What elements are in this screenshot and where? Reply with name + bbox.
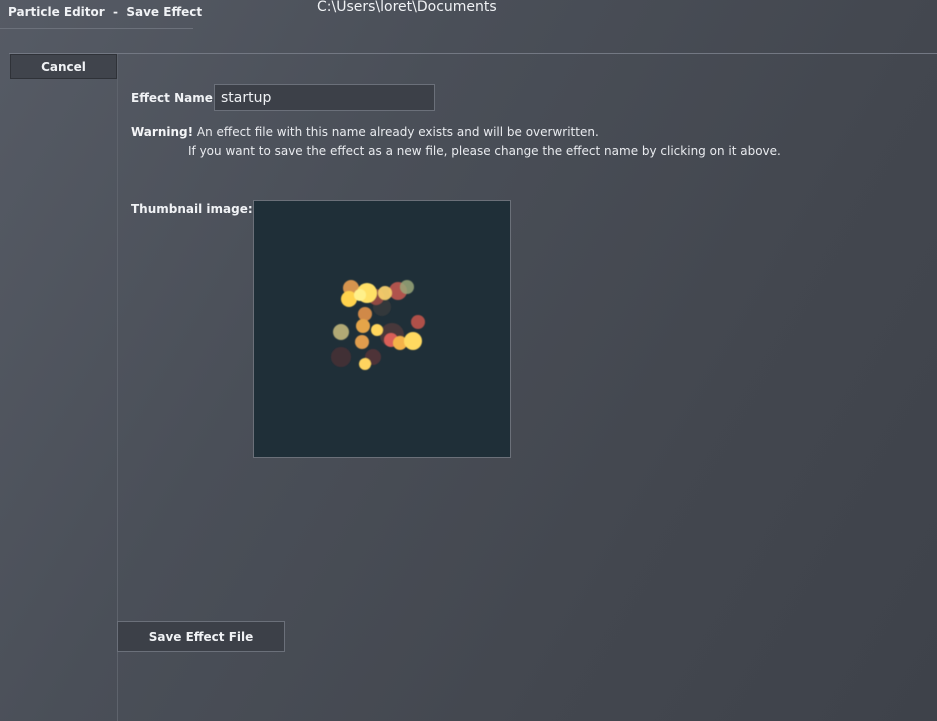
title-bar: Particle Editor - Save Effect [0, 0, 202, 29]
warning-text-line2: If you want to save the effect as a new … [188, 144, 781, 158]
warning-label: Warning! [131, 125, 194, 139]
effect-name-label: Effect Name: [131, 91, 218, 105]
effect-name-input[interactable] [214, 84, 435, 111]
warning-message: Warning! An effect file with this name a… [131, 125, 599, 139]
header-divider [9, 53, 937, 54]
current-path: C:\Users\loret\Documents [317, 0, 497, 15]
save-effect-button[interactable]: Save Effect File [117, 621, 285, 652]
window-title: Particle Editor - Save Effect [8, 5, 203, 19]
cancel-button[interactable]: Cancel [10, 54, 117, 79]
warning-text-line1: An effect file with this name already ex… [193, 125, 599, 139]
particle-preview [331, 280, 425, 370]
thumbnail-label: Thumbnail image: [131, 202, 253, 216]
thumbnail-image [253, 200, 511, 458]
